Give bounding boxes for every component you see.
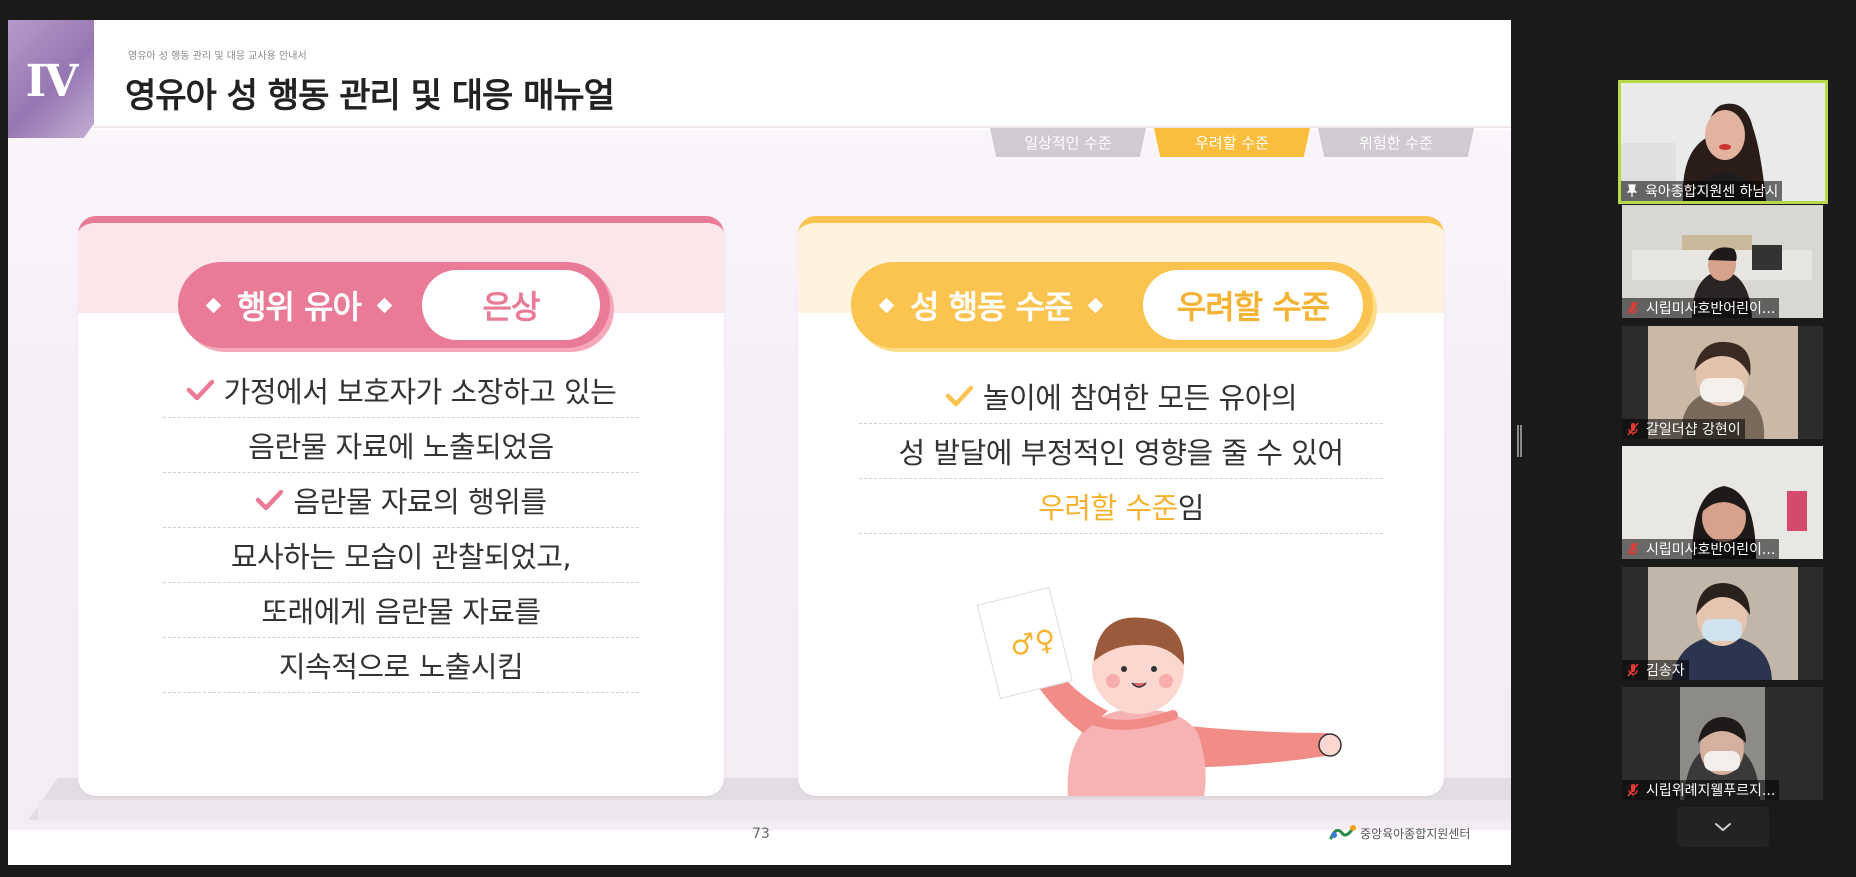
- description-text: 임: [1177, 491, 1205, 525]
- description-text: 또래에게 음란물 자료를: [261, 595, 541, 629]
- child-illustration: ♂♀: [976, 586, 1342, 796]
- participant-name: 갈일더샵 강현이: [1646, 422, 1741, 438]
- participant-name-label: 갈일더샵 강현이: [1622, 419, 1745, 439]
- description-line: 또래에게 음란물 자료를: [163, 583, 639, 638]
- description-text: 놀이에 참여한 모든 유아의: [982, 381, 1298, 415]
- participant-name-label: 시립위례지웰푸르지...: [1622, 780, 1780, 800]
- org-logo: 중앙육아종합지원센터: [1328, 822, 1470, 844]
- diamond-icon: [376, 297, 393, 313]
- level-tab-normal: 일상적인 수준: [990, 128, 1146, 157]
- mic-muted-icon: [1627, 783, 1639, 797]
- participant-tile[interactable]: 갈일더샵 강현이: [1622, 326, 1823, 439]
- org-logo-icon: [1329, 825, 1356, 840]
- description-line: 가정에서 보호자가 소장하고 있는: [163, 363, 639, 418]
- mic-muted-icon: [1627, 301, 1639, 315]
- participant-name-label: 육아종합지원센 하남시: [1621, 181, 1783, 201]
- level-pill: 성 행동 수준 우려할 수준: [851, 262, 1373, 348]
- check-icon: [256, 489, 284, 511]
- child-name: 은상: [422, 270, 600, 340]
- participant-tile[interactable]: 시립미사호반어린이...: [1622, 205, 1823, 318]
- highlight-text: 우려할 수준: [1038, 491, 1178, 525]
- participant-name: 육아종합지원센 하남시: [1645, 184, 1779, 200]
- description-text: 묘사하는 모습이 관찰되었고,: [230, 540, 572, 574]
- participant-name: 시립위례지웰푸르지...: [1646, 783, 1776, 799]
- slide-floor-decoration-lower: [38, 800, 1511, 820]
- participant-name: 시립미사호반어린이...: [1646, 301, 1776, 317]
- gallery-scroll-down-button[interactable]: [1677, 807, 1769, 847]
- diamond-icon: [205, 297, 222, 313]
- level-description: 놀이에 참여한 모든 유아의 성 발달에 부정적인 영향을 줄 수 있어 우려할…: [798, 369, 1444, 534]
- pin-icon: [1626, 184, 1638, 197]
- meeting-window: IV 영유아 성 행동 관리 및 대응 교사용 안내서 영유아 성 행동 관리 …: [0, 0, 1856, 877]
- description-line: 음란물 자료의 행위를: [163, 473, 639, 528]
- behavior-description: 가정에서 보호자가 소장하고 있는 음란물 자료에 노출되었음 음란물 자료의 …: [78, 363, 724, 693]
- chapter-badge: IV: [8, 20, 94, 138]
- child-behavior-card: 행위 유아 은상 가정에서 보호자가 소장하고 있는 음란물 자료에 노출되었음…: [78, 216, 724, 796]
- participant-tile[interactable]: 시립미사호반어린이...: [1622, 446, 1823, 559]
- panel-resize-handle[interactable]: [1517, 425, 1522, 457]
- diamond-icon: [878, 297, 895, 313]
- mic-muted-icon: [1627, 542, 1639, 556]
- description-line: 음란물 자료에 노출되었음: [163, 418, 639, 473]
- level-tab-danger: 위험한 수준: [1318, 128, 1474, 157]
- participant-name-label: 시립미사호반어린이...: [1622, 298, 1780, 318]
- check-icon: [186, 379, 214, 401]
- description-text: 음란물 자료에 노출되었음: [248, 430, 554, 464]
- page-number: 73: [752, 826, 770, 842]
- description-line: 지속적으로 노출시킴: [163, 638, 639, 693]
- description-text: 성 발달에 부정적인 영향을 줄 수 있어: [898, 436, 1344, 470]
- description-text: 가정에서 보호자가 소장하고 있는: [223, 375, 617, 409]
- participant-tile[interactable]: 김송자: [1622, 567, 1823, 680]
- level-tabs: 일상적인 수준 우려할 수준 위험한 수준: [990, 128, 1482, 157]
- pill-label: 행위 유아: [237, 288, 362, 326]
- participant-name-label: 시립미사호반어린이...: [1622, 539, 1780, 559]
- org-name: 중앙육아종합지원센터: [1360, 826, 1471, 841]
- level-tab-concern: 우려할 수준: [1154, 128, 1310, 157]
- description-line: 성 발달에 부정적인 영향을 줄 수 있어: [859, 424, 1383, 479]
- slide-title: 영유아 성 행동 관리 및 대응 매뉴얼: [125, 76, 615, 116]
- description-text: 지속적으로 노출시킴: [278, 650, 524, 684]
- participant-tile-active-speaker[interactable]: 육아종합지원센 하남시: [1618, 80, 1828, 204]
- diamond-icon: [1088, 297, 1104, 313]
- description-text: 음란물 자료의 행위를: [293, 485, 547, 519]
- mic-muted-icon: [1627, 422, 1639, 436]
- participant-name: 시립미사호반어린이...: [1646, 542, 1776, 558]
- level-value: 우려할 수준: [1143, 270, 1363, 340]
- shared-slide: IV 영유아 성 행동 관리 및 대응 교사용 안내서 영유아 성 행동 관리 …: [8, 20, 1511, 865]
- mic-muted-icon: [1627, 663, 1639, 677]
- check-icon: [945, 385, 973, 407]
- description-line: 놀이에 참여한 모든 유아의: [859, 369, 1383, 424]
- participant-tile[interactable]: 시립위례지웰푸르지...: [1622, 687, 1823, 800]
- chapter-number: IV: [25, 56, 79, 107]
- child-pill: 행위 유아 은상: [178, 262, 610, 348]
- chevron-down-icon: [1715, 823, 1731, 832]
- slide-kicker: 영유아 성 행동 관리 및 대응 교사용 안내서: [128, 51, 307, 62]
- pill-label: 성 행동 수준: [910, 288, 1073, 326]
- description-line: 우려할 수준 임: [859, 479, 1383, 534]
- behavior-level-card: 성 행동 수준 우려할 수준 놀이에 참여한 모든 유아의 성 발달에 부정적인…: [798, 216, 1444, 796]
- participant-name: 김송자: [1646, 663, 1685, 679]
- description-line: 묘사하는 모습이 관찰되었고,: [163, 528, 639, 583]
- participant-name-label: 김송자: [1622, 660, 1689, 680]
